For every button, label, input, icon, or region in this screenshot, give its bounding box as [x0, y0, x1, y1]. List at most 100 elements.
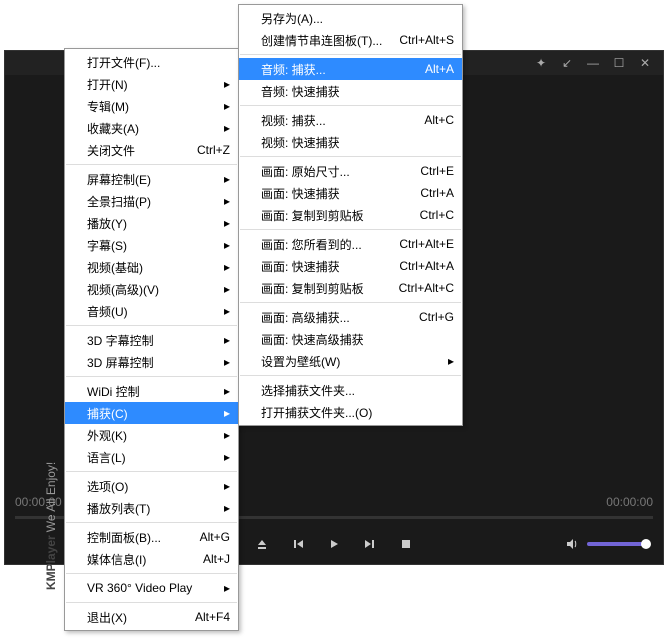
close-icon[interactable]: ✕ — [639, 57, 651, 69]
menu-item[interactable]: 视频: 快速捕获 — [239, 131, 462, 153]
menu-item-shortcut: Ctrl+Alt+C — [399, 281, 454, 295]
maximize-icon[interactable]: ☐ — [613, 57, 625, 69]
menu-item[interactable]: WiDi 控制▸ — [65, 380, 238, 402]
menu-item[interactable]: VR 360° Video Play▸ — [65, 577, 238, 599]
menu-item[interactable]: 画面: 您所看到的...Ctrl+Alt+E — [239, 233, 462, 255]
menu-item[interactable]: 3D 字幕控制▸ — [65, 329, 238, 351]
submenu-arrow-icon: ▸ — [220, 501, 230, 515]
menu-item-shortcut: Alt+C — [424, 113, 454, 127]
menu-item[interactable]: 选项(O)▸ — [65, 475, 238, 497]
menu-item-label: VR 360° Video Play — [87, 581, 220, 595]
submenu-arrow-icon: ▸ — [220, 99, 230, 113]
menu-item[interactable]: 视频(高级)(V)▸ — [65, 278, 238, 300]
menu-separator — [240, 375, 461, 376]
menu-item-label: 全景扫描(P) — [87, 193, 220, 210]
menu-item[interactable]: 全景扫描(P)▸ — [65, 190, 238, 212]
menu-item[interactable]: 画面: 快速捕获Ctrl+A — [239, 182, 462, 204]
menu-separator — [66, 164, 237, 165]
menu-item-label: 选项(O) — [87, 478, 220, 495]
pin-icon[interactable]: ✦ — [535, 57, 547, 69]
menu-separator — [240, 302, 461, 303]
play-icon[interactable] — [327, 537, 341, 551]
menu-item[interactable]: 3D 屏幕控制▸ — [65, 351, 238, 373]
time-elapsed: 00:00:00 — [15, 495, 62, 509]
minimize-icon[interactable]: — — [587, 57, 599, 69]
menu-item-label: 画面: 高级捕获... — [261, 309, 409, 326]
menu-item-shortcut: Ctrl+C — [420, 208, 454, 222]
menu-item-label: 关闭文件 — [87, 142, 187, 159]
context-menu-main: 打开文件(F)...打开(N)▸专辑(M)▸收藏夹(A)▸关闭文件Ctrl+Z屏… — [64, 48, 239, 631]
menu-item[interactable]: 音频(U)▸ — [65, 300, 238, 322]
menu-separator — [240, 54, 461, 55]
menu-item-label: 字幕(S) — [87, 237, 220, 254]
submenu-arrow-icon: ▸ — [220, 355, 230, 369]
menu-item[interactable]: 语言(L)▸ — [65, 446, 238, 468]
menu-item-label: 另存为(A)... — [261, 10, 454, 27]
menu-item-label: 播放(Y) — [87, 215, 220, 232]
menu-item[interactable]: 打开文件(F)... — [65, 51, 238, 73]
menu-item-label: 3D 屏幕控制 — [87, 354, 220, 371]
menu-item[interactable]: 外观(K)▸ — [65, 424, 238, 446]
menu-item[interactable]: 视频: 捕获...Alt+C — [239, 109, 462, 131]
menu-item-label: 选择捕获文件夹... — [261, 382, 454, 399]
eject-icon[interactable] — [255, 537, 269, 551]
collapse-icon[interactable]: ↙ — [561, 57, 573, 69]
menu-separator — [240, 105, 461, 106]
menu-item[interactable]: 打开捕获文件夹...(O) — [239, 401, 462, 423]
menu-item-label: 3D 字幕控制 — [87, 332, 220, 349]
menu-item[interactable]: 画面: 原始尺寸...Ctrl+E — [239, 160, 462, 182]
volume-icon[interactable] — [565, 537, 579, 551]
submenu-arrow-icon: ▸ — [220, 282, 230, 296]
context-menu-capture: 另存为(A)... 创建情节串连图板(T)...Ctrl+Alt+S 音频: 捕获.… — [238, 4, 463, 426]
submenu-arrow-icon: ▸ — [220, 238, 230, 252]
menu-item-label: 画面: 原始尺寸... — [261, 163, 410, 180]
menu-item[interactable]: 画面: 快速高级捕获 — [239, 328, 462, 350]
menu-item[interactable]: 设置为壁纸(W)▸ — [239, 350, 462, 372]
menu-item[interactable]: 音频: 捕获...Alt+A — [239, 58, 462, 80]
menu-item[interactable]: 画面: 高级捕获...Ctrl+G — [239, 306, 462, 328]
menu-item[interactable]: 选择捕获文件夹... — [239, 379, 462, 401]
menu-item[interactable]: 另存为(A)... — [239, 7, 462, 29]
menu-item[interactable]: 关闭文件 Ctrl+Z — [65, 139, 238, 161]
menu-item-label: 视频(基础) — [87, 259, 220, 276]
menu-item-label: 画面: 快速高级捕获 — [261, 331, 454, 348]
menu-item-label: 画面: 复制到剪贴板 — [261, 207, 410, 224]
menu-item-label: 屏幕控制(E) — [87, 171, 220, 188]
menu-item-label: 外观(K) — [87, 427, 220, 444]
menu-item[interactable]: 播放(Y)▸ — [65, 212, 238, 234]
menu-item-shortcut: Ctrl+Alt+A — [399, 259, 454, 273]
next-icon[interactable] — [363, 537, 377, 551]
stop-icon[interactable] — [399, 537, 413, 551]
menu-item[interactable]: 画面: 复制到剪贴板 Ctrl+C — [239, 204, 462, 226]
menu-item[interactable]: 控制面板(B)...Alt+G — [65, 526, 238, 548]
volume-slider[interactable] — [587, 542, 649, 546]
submenu-arrow-icon: ▸ — [220, 333, 230, 347]
volume-thumb[interactable] — [641, 539, 651, 549]
menu-item[interactable]: 打开(N)▸ — [65, 73, 238, 95]
menu-separator — [66, 522, 237, 523]
menu-item[interactable]: 收藏夹(A)▸ — [65, 117, 238, 139]
menu-item-label: 打开(N) — [87, 76, 220, 93]
menu-item[interactable]: 捕获(C)▸ — [65, 402, 238, 424]
menu-item[interactable]: 字幕(S)▸ — [65, 234, 238, 256]
menu-item[interactable]: 画面: 快速捕获Ctrl+Alt+A — [239, 255, 462, 277]
menu-item[interactable]: 专辑(M)▸ — [65, 95, 238, 117]
menu-item-label: 媒体信息(I) — [87, 551, 193, 568]
menu-item-label: 打开捕获文件夹...(O) — [261, 404, 454, 421]
menu-item[interactable]: 媒体信息(I)Alt+J — [65, 548, 238, 570]
menu-item[interactable]: 创建情节串连图板(T)...Ctrl+Alt+S — [239, 29, 462, 51]
menu-item-label: 播放列表(T) — [87, 500, 220, 517]
menu-item[interactable]: 播放列表(T)▸ — [65, 497, 238, 519]
prev-icon[interactable] — [291, 537, 305, 551]
menu-separator — [66, 325, 237, 326]
submenu-arrow-icon: ▸ — [220, 406, 230, 420]
menu-item-label: 语言(L) — [87, 449, 220, 466]
menu-item[interactable]: 视频(基础)▸ — [65, 256, 238, 278]
menu-item-shortcut: Ctrl+A — [420, 186, 454, 200]
menu-item-label: 音频: 捕获... — [261, 61, 415, 78]
menu-item[interactable]: 画面: 复制到剪贴板Ctrl+Alt+C — [239, 277, 462, 299]
menu-item[interactable]: 屏幕控制(E)▸ — [65, 168, 238, 190]
menu-item[interactable]: 退出(X)Alt+F4 — [65, 606, 238, 628]
menu-item-shortcut: Ctrl+Z — [197, 143, 230, 157]
menu-item[interactable]: 音频: 快速捕获 — [239, 80, 462, 102]
